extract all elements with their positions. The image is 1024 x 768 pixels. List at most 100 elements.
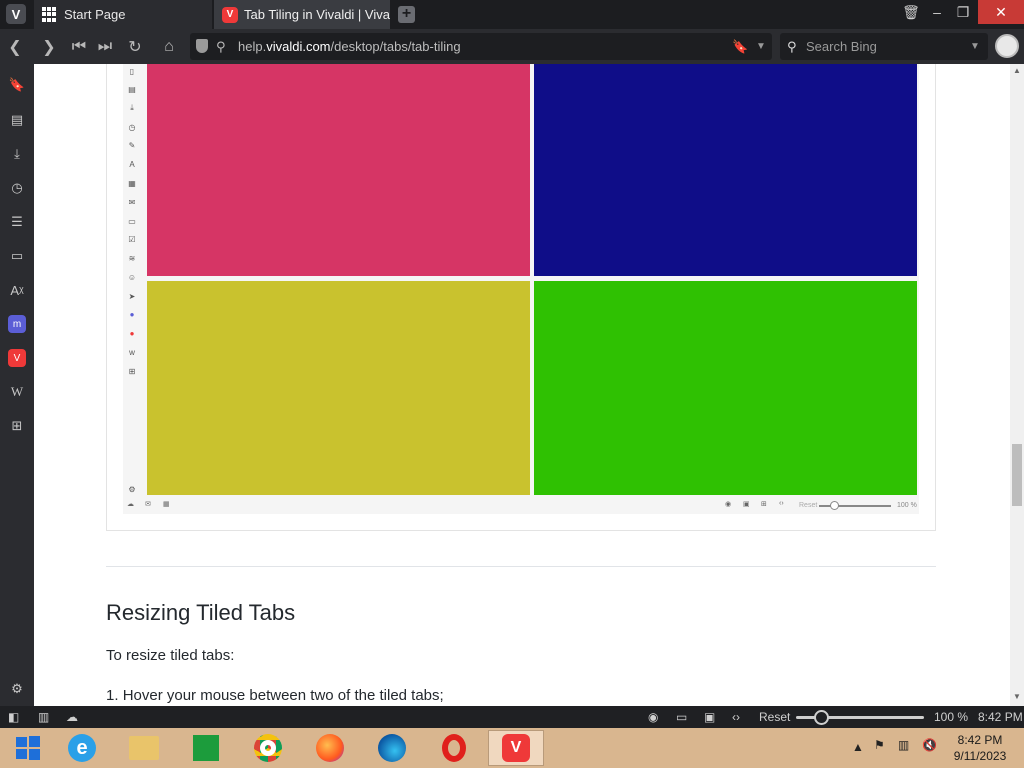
forward-button[interactable]: ❯	[38, 36, 60, 58]
profile-avatar[interactable]	[995, 34, 1019, 58]
scrollbar-thumb[interactable]	[1012, 444, 1022, 506]
back-button[interactable]: ❮	[4, 36, 26, 58]
mini-cloud-icon: ☁	[127, 501, 134, 508]
window-tile-icon[interactable]: ▭	[676, 709, 687, 725]
file-explorer-icon[interactable]	[116, 730, 172, 766]
volume-muted-icon[interactable]: 🔇	[922, 738, 937, 752]
reading-list-icon[interactable]: ▤	[8, 111, 26, 129]
mail-icon: ✉	[128, 197, 136, 207]
tab-bar: V Start Page V Tab Tiling in Vivaldi | V…	[0, 0, 1024, 29]
url-path: /desktop/tabs/tab-tiling	[330, 39, 461, 54]
history-icon[interactable]: ◷	[8, 179, 26, 197]
tab-start-page[interactable]: Start Page	[34, 0, 212, 29]
opera-icon[interactable]	[426, 730, 482, 766]
address-bar: ❮ ❯ ⏮ ⏭ ↻ ⌂ ⚲ help. vivaldi.com/desktop/t…	[0, 29, 1024, 64]
side-panel: 🔖 ▤ ⤓ ◷ ☰ ▭ Aᵡ m V W ⊞ ⚙	[0, 64, 34, 706]
close-button[interactable]: ✕	[978, 0, 1024, 24]
settings-icon[interactable]: ⚙	[8, 680, 26, 698]
speed-dial-icon	[42, 6, 58, 23]
tab-label: Tab Tiling in Vivaldi | Vivaldi	[244, 7, 390, 22]
url-prefix: help.	[238, 39, 267, 54]
tab-tiling-icon[interactable]: ▥	[38, 709, 49, 725]
fast-forward-button[interactable]: ⏭	[94, 36, 116, 58]
section-heading: Resizing Tiled Tabs	[106, 600, 296, 625]
taskbar-clock[interactable]: 8:42 PM 9/11/2023	[944, 732, 1016, 764]
flag-icon[interactable]: ⚑	[874, 738, 885, 752]
scroll-down-icon[interactable]: ▼	[1013, 692, 1021, 701]
mastodon-icon: ●	[129, 309, 135, 319]
chrome-icon[interactable]	[240, 730, 296, 766]
window-icon[interactable]: ▭	[8, 247, 26, 265]
shield-icon[interactable]	[196, 39, 208, 53]
translate-icon[interactable]: Aᵡ	[8, 281, 26, 299]
tray-chevron-up-icon[interactable]: ▲	[852, 740, 864, 754]
calendar-icon: ▦	[128, 178, 136, 188]
add-panel-icon[interactable]: ⊞	[8, 417, 26, 435]
window-icon: ▭	[128, 216, 136, 226]
wikipedia-icon[interactable]: W	[8, 383, 26, 401]
internet-explorer-icon[interactable]: e	[54, 730, 110, 766]
vivaldi-icon[interactable]: V	[8, 349, 26, 367]
notes-icon[interactable]: ☰	[8, 213, 26, 231]
reload-button[interactable]: ↻	[124, 36, 146, 58]
mini-reset-label: Reset	[799, 502, 818, 509]
mastodon-icon[interactable]: m	[8, 315, 26, 333]
url-input[interactable]: ⚲ help. vivaldi.com/desktop/tabs/tab-tili…	[190, 33, 772, 60]
chevron-down-icon[interactable]: ▼	[756, 41, 766, 52]
clock-date: 9/11/2023	[953, 749, 1007, 763]
tile-green	[534, 281, 917, 495]
notes-icon: ✎	[128, 140, 136, 150]
code-icon[interactable]: ‹›	[732, 709, 740, 725]
url-domain: vivaldi.com	[266, 39, 331, 54]
zoom-level: 100 %	[934, 710, 969, 724]
search-placeholder: Search Bing	[806, 39, 877, 54]
mini-image-icon: ▣	[743, 501, 750, 508]
bookmark-icon[interactable]: 🔖	[8, 76, 26, 94]
rewind-button[interactable]: ⏮	[68, 36, 90, 58]
status-bar: ◧ ▥ ☁ ◉ ▭ ▣ ‹› Reset 100 % 8:42 PM	[0, 706, 1024, 728]
bookmark-icon[interactable]: 🔖	[732, 39, 748, 55]
vivaldi-taskbar-icon[interactable]: V	[488, 730, 544, 766]
windows-taskbar: e V ▲ ⚑ ▥ 🔇 8:42 PM 9/11/2023	[0, 728, 1024, 768]
settings-icon: ⚙	[128, 484, 136, 494]
home-button[interactable]: ⌂	[158, 36, 180, 58]
search-input[interactable]: ⚲ Search Bing ▼	[780, 33, 988, 60]
firefox-icon[interactable]	[302, 730, 358, 766]
url-search-icon: ⚲	[216, 38, 226, 54]
reading-list-icon: ▤	[128, 84, 136, 94]
sync-cloud-icon[interactable]: ☁	[66, 709, 78, 725]
add-panel-icon: ⊞	[128, 366, 136, 376]
capture-icon[interactable]: ◉	[648, 709, 658, 725]
feed-icon: ≋	[128, 253, 136, 263]
download-icon[interactable]: ⤓	[8, 145, 26, 163]
mini-code-icon: ‹›	[779, 500, 784, 507]
scroll-up-icon[interactable]: ▲	[1013, 66, 1021, 75]
tab-label: Start Page	[64, 7, 126, 22]
store-icon[interactable]	[178, 730, 234, 766]
reset-zoom-button[interactable]: Reset	[759, 709, 790, 725]
step-number: 1.	[106, 687, 123, 704]
tasks-icon: ☑	[128, 234, 136, 244]
image-icon[interactable]: ▣	[704, 709, 715, 725]
bookmark-icon: ▯	[129, 66, 135, 76]
section-divider	[106, 566, 936, 567]
mini-mail-icon: ✉	[145, 501, 151, 508]
screenshot-figure: ▯ ▤ ⤓ ◷ ✎ A ▦ ✉ ▭ ☑ ≋ ☺ ➤ ● ● w ⊞ ⚙ ☁ ✉	[106, 64, 936, 531]
windows-start-icon[interactable]	[0, 730, 56, 766]
edge-icon[interactable]	[364, 730, 420, 766]
vivaldi-menu-icon[interactable]: V	[6, 4, 26, 24]
network-icon[interactable]: ▥	[898, 738, 909, 752]
vivaldi-icon: ●	[129, 328, 135, 338]
wikipedia-icon: w	[129, 347, 135, 357]
new-tab-button[interactable]: +	[398, 6, 415, 23]
contacts-icon: ☺	[127, 272, 137, 282]
page-scrollbar[interactable]: ▲ ▼	[1010, 64, 1024, 706]
search-engine-chevron-icon[interactable]: ▼	[970, 41, 980, 52]
tab-tab-tiling[interactable]: V Tab Tiling in Vivaldi | Vivaldi	[214, 0, 390, 29]
mini-zoom-knob	[830, 501, 839, 510]
restore-button[interactable]: ❐	[946, 0, 980, 24]
mini-status-bar: ☁ ✉ ▦ ◉ ▣ ⊞ ‹› Reset 100 %	[123, 498, 919, 514]
zoom-slider-knob[interactable]	[814, 710, 829, 725]
send-icon: ➤	[128, 291, 136, 301]
panel-toggle-icon[interactable]: ◧	[8, 709, 19, 725]
